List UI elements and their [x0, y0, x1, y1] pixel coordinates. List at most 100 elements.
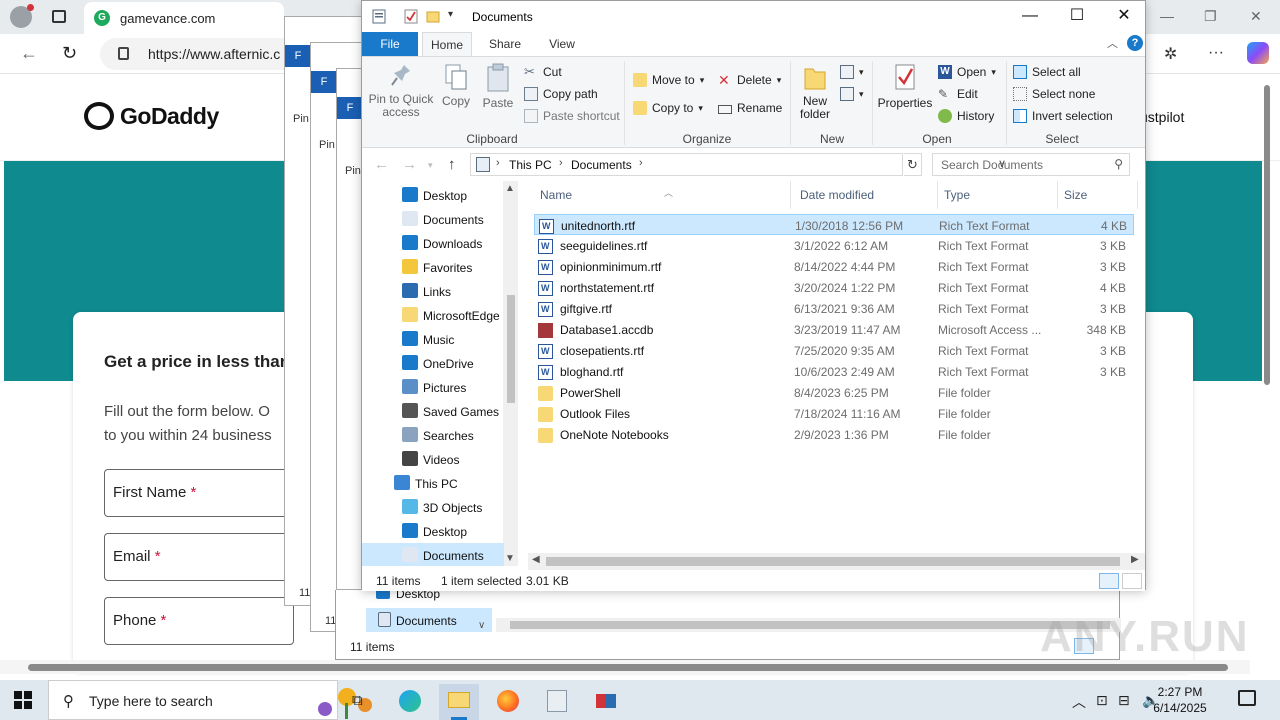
file-tab[interactable]: F [337, 97, 363, 119]
browser-back-icon[interactable]: ← [20, 43, 38, 64]
new-folder-button[interactable]: New folder [796, 63, 834, 121]
show-hidden-icons-icon[interactable]: ︿ [1072, 692, 1086, 712]
nav-item-desktop[interactable]: Desktop [362, 519, 504, 543]
scrollbar-thumb[interactable] [507, 295, 515, 403]
clock[interactable]: 2:27 PM 6/14/2025 [1140, 684, 1220, 716]
edge-icon[interactable] [390, 684, 430, 720]
nav-vertical-scrollbar[interactable]: ▲ ▼ [503, 181, 518, 566]
profile-avatar[interactable] [10, 4, 34, 28]
horizontal-scrollbar[interactable] [496, 618, 1121, 632]
nav-item-downloads[interactable]: Downloads [362, 231, 504, 255]
breadcrumb-documents[interactable]: Documents [571, 158, 632, 172]
delete-button[interactable]: ✕ Delete ▾ [718, 73, 781, 87]
copy-button[interactable]: Copy [438, 63, 474, 108]
cut-button[interactable]: ✂ Cut [524, 65, 562, 80]
new-folder-quick-icon[interactable] [426, 9, 440, 24]
file-explorer-window[interactable]: ▾ Documents — ☐ ✕ File Home Share View ︿… [361, 0, 1147, 591]
column-header-size[interactable]: Size [1058, 181, 1138, 209]
browser-restore-icon[interactable]: ❐ [1204, 8, 1217, 25]
file-row[interactable]: giftgive.rtf 6/13/2021 9:36 AM Rich Text F… [534, 298, 1134, 319]
browser-close-icon[interactable]: ✕ [1250, 8, 1262, 25]
close-icon[interactable]: ✕ [1101, 5, 1147, 29]
scrollbar-thumb[interactable] [1264, 85, 1270, 385]
tab-home[interactable]: Home [422, 32, 472, 56]
network-icon[interactable]: ⊟ [1118, 692, 1130, 709]
history-button[interactable]: History [938, 109, 994, 123]
page-vertical-scrollbar[interactable] [1262, 75, 1272, 665]
pin-to-quick-access-button[interactable]: Pin to Quick access [368, 63, 434, 119]
edit-button[interactable]: ✎ Edit [938, 87, 978, 101]
paste-button[interactable]: Paste [480, 63, 516, 110]
file-row[interactable]: Database1.accdb 3/23/2019 11:47 AM Microso… [534, 319, 1134, 340]
meet-now-icon[interactable]: ⊡ [1096, 692, 1108, 709]
nav-item-music[interactable]: Music [362, 327, 504, 351]
nav-item-desktop[interactable]: Desktop [362, 183, 504, 207]
email-field[interactable]: Email * [104, 533, 294, 581]
open-button[interactable]: W Open ▾ [938, 65, 996, 79]
column-header-type[interactable]: Type [938, 181, 1058, 209]
search-box[interactable]: Search Documents ⚲ [932, 153, 1130, 176]
nav-item-pictures[interactable]: Pictures [362, 375, 504, 399]
details-view-icon[interactable] [1099, 573, 1119, 589]
firefox-icon[interactable] [488, 684, 528, 720]
scrollbar-thumb[interactable] [546, 557, 1120, 566]
app-icon[interactable] [586, 684, 626, 720]
file-tab[interactable]: F [285, 45, 311, 67]
scroll-down-icon[interactable]: ∨ [478, 620, 485, 631]
refresh-button[interactable]: ↻ [904, 153, 922, 176]
page-horizontal-scrollbar[interactable] [0, 660, 1250, 674]
folder-row[interactable]: PowerShell 8/4/2023 6:25 PM File folder [534, 382, 1134, 403]
file-explorer-icon[interactable] [439, 684, 479, 720]
back-icon[interactable]: ← [374, 156, 389, 173]
task-view-icon[interactable]: ⧉ [342, 684, 382, 720]
easy-access-button[interactable]: ▾ [840, 87, 864, 101]
nav-item-favorites[interactable]: Favorites [362, 255, 504, 279]
nav-item-3d-objects[interactable]: 3D Objects [362, 495, 504, 519]
nav-item-videos[interactable]: Videos [362, 447, 504, 471]
nav-item-this-pc[interactable]: This PC [362, 471, 504, 495]
file-row[interactable]: unitednorth.rtf 1/30/2018 12:56 PM Rich Te… [534, 214, 1134, 235]
large-icons-view-icon[interactable] [1122, 573, 1142, 589]
nav-item-microsoftedge[interactable]: MicrosoftEdge [362, 303, 504, 327]
nav-item-saved-games[interactable]: Saved Games [362, 399, 504, 423]
notifications-icon[interactable] [1238, 690, 1256, 706]
breadcrumb-chevron-icon[interactable]: › [639, 157, 643, 169]
scroll-left-icon[interactable]: ◀ [532, 554, 540, 565]
paste-shortcut-button[interactable]: Paste shortcut [524, 109, 620, 123]
select-all-button[interactable]: Select all [1013, 65, 1081, 79]
nav-item-documents[interactable]: Documents [362, 207, 504, 231]
move-to-button[interactable]: Move to ▾ [633, 73, 704, 87]
godaddy-logo[interactable]: GoDaddy [84, 102, 219, 130]
browser-minimize-icon[interactable]: — [1160, 8, 1174, 24]
copilot-icon[interactable] [1247, 42, 1269, 64]
breadcrumb-this-pc[interactable]: This PC [509, 158, 552, 172]
taskbar-search[interactable]: ⚲ Type here to search [48, 680, 372, 720]
collapse-ribbon-icon[interactable]: ︿ [1107, 35, 1118, 51]
forward-icon[interactable]: → [402, 156, 417, 173]
invert-selection-button[interactable]: Invert selection [1013, 109, 1113, 123]
recent-locations-icon[interactable]: ▾ [428, 160, 433, 171]
breadcrumb-chevron-icon[interactable]: › [496, 157, 500, 169]
breadcrumb-chevron-icon[interactable]: › [559, 157, 563, 169]
copy-to-button[interactable]: Copy to ▾ [633, 101, 703, 115]
scrollbar-thumb[interactable] [28, 664, 1228, 671]
tab-actions-icon[interactable] [52, 10, 66, 23]
installer-icon[interactable] [537, 684, 577, 720]
help-icon[interactable]: ? [1127, 35, 1143, 51]
file-row[interactable]: opinionminimum.rtf 8/14/2022 4:44 PM Rich … [534, 256, 1134, 277]
tab-view[interactable]: View [538, 32, 586, 56]
file-list-horizontal-scrollbar[interactable]: ◀ ▶ [528, 553, 1145, 570]
file-row[interactable]: closepatients.rtf 7/25/2020 9:35 AM Rich T… [534, 340, 1134, 361]
rename-button[interactable]: Rename [718, 101, 782, 115]
scroll-up-icon[interactable]: ▲ [505, 183, 515, 194]
address-bar[interactable]: › This PC › Documents › ∨ [470, 153, 1006, 176]
nav-item-onedrive[interactable]: OneDrive [362, 351, 504, 375]
column-header-name[interactable]: Name ︿ [534, 181, 791, 209]
tab-file[interactable]: File [362, 32, 418, 56]
more-options-icon[interactable]: ··· [1208, 44, 1224, 62]
start-icon[interactable] [14, 691, 32, 709]
select-none-button[interactable]: Select none [1013, 87, 1095, 101]
minimize-icon[interactable]: — [1007, 5, 1053, 29]
file-row[interactable]: northstatement.rtf 3/20/2024 1:22 PM Rich … [534, 277, 1134, 298]
browser-tab[interactable]: G gamevance.com [84, 2, 284, 34]
